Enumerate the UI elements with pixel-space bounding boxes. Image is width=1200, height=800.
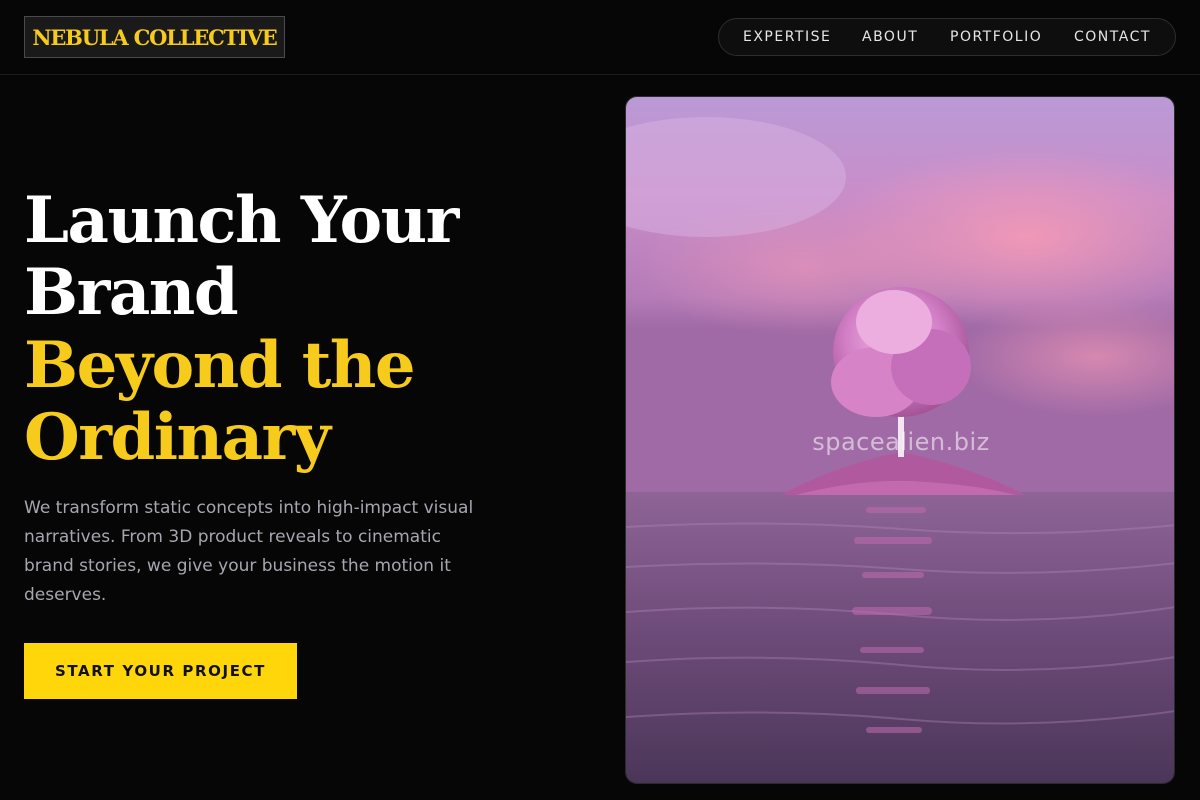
start-project-button[interactable]: START YOUR PROJECT xyxy=(24,643,297,699)
nav-item-expertise[interactable]: EXPERTISE xyxy=(743,19,831,55)
site-header: NEBULA COLLECTIVE EXPERTISE ABOUT PORTFO… xyxy=(0,0,1200,75)
hero-description: We transform static concepts into high-i… xyxy=(24,498,474,605)
main-nav: EXPERTISE ABOUT PORTFOLIO CONTACT xyxy=(718,18,1176,56)
headline-accent-line-1: Beyond the xyxy=(24,328,416,403)
nav-item-about[interactable]: ABOUT xyxy=(862,19,918,55)
image-watermark: spacealien.biz xyxy=(812,428,990,456)
nav-item-portfolio[interactable]: PORTFOLIO xyxy=(950,19,1042,55)
nav-item-contact[interactable]: CONTACT xyxy=(1074,19,1151,55)
headline-line-2: Brand xyxy=(24,255,239,330)
headline-accent-line-2: Ordinary xyxy=(24,400,331,475)
headline-line-1: Launch Your xyxy=(24,183,459,258)
hero-image: spacealien.biz xyxy=(625,96,1175,784)
brand-logo[interactable]: NEBULA COLLECTIVE xyxy=(24,16,285,58)
